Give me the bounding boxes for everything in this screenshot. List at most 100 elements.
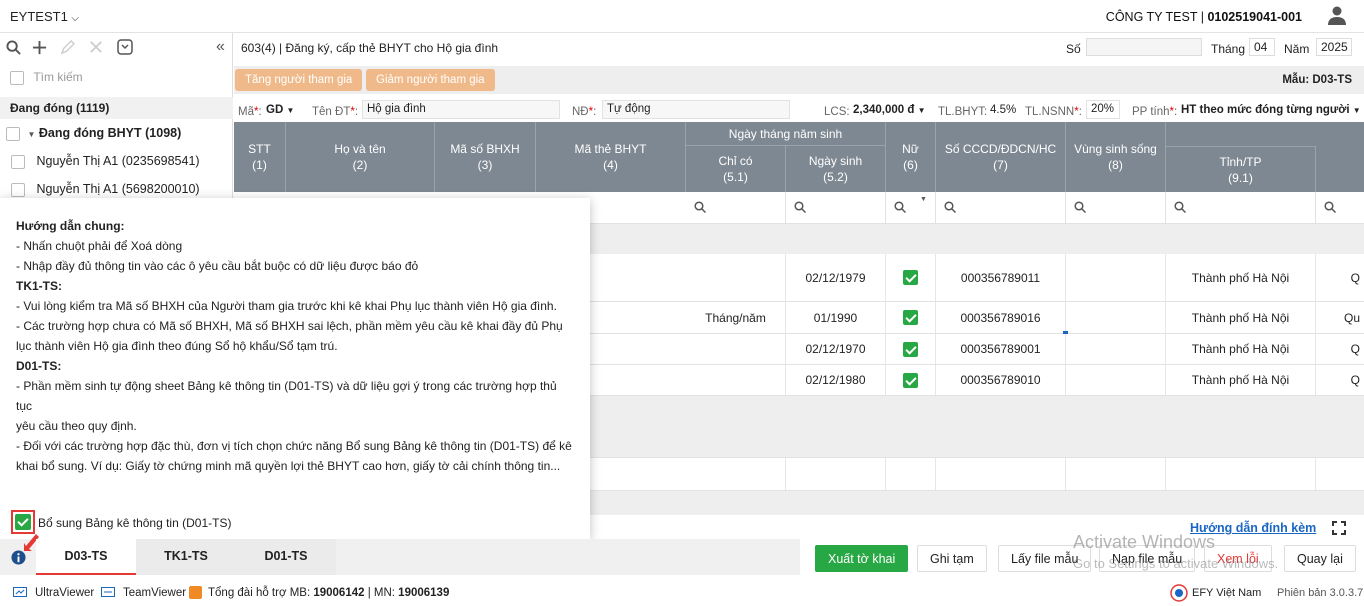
group-label: Đang đóng (1119) (0, 97, 233, 119)
cell-female[interactable] (886, 334, 936, 364)
hotline-separator: | MN: (364, 587, 399, 599)
close-icon[interactable] (89, 40, 103, 54)
filter-cccd[interactable] (936, 192, 1066, 224)
filter-chi-co[interactable] (686, 192, 786, 224)
filter-more[interactable] (1316, 192, 1364, 224)
select-all-checkbox[interactable] (10, 70, 24, 85)
add-icon[interactable] (32, 40, 47, 55)
add-participant-button[interactable]: Tăng người tham gia (235, 69, 363, 91)
caret-down-icon[interactable]: ▼ (27, 130, 35, 139)
sidebar-search-input[interactable]: Tìm kiếm (33, 70, 82, 84)
cell-chi-co[interactable] (686, 334, 786, 364)
tree-checkbox[interactable] (11, 182, 25, 197)
checkbox-checked-icon[interactable] (15, 514, 31, 530)
cell-dob[interactable]: 02/12/1980 (786, 365, 886, 395)
cell-province[interactable] (1166, 458, 1316, 490)
ultraviewer-link[interactable]: UltraViewer (35, 587, 94, 599)
form-title: 603(4) | Đăng ký, cấp thẻ BHYT cho Hộ gi… (241, 41, 498, 55)
cell-cccd[interactable]: 000356789011 (936, 254, 1066, 301)
cell-region[interactable] (1066, 254, 1166, 301)
cell-province[interactable]: Thành phố Hà Nội (1166, 302, 1316, 333)
cell-cccd[interactable]: 000356789010 (936, 365, 1066, 395)
back-button[interactable]: Quay lại (1284, 545, 1356, 572)
form-title-text: | Đăng ký, cấp thẻ BHYT cho Hộ gia đình (275, 41, 499, 55)
chevron-down-icon: ⌵ (71, 13, 80, 24)
cell-dob[interactable] (786, 458, 886, 490)
cell-region[interactable] (1066, 458, 1166, 490)
col-title: Nữ (902, 142, 919, 156)
popup-heading: Hướng dẫn chung: (16, 219, 125, 233)
hotline-prefix: Tổng đài hỗ trợ MB: (208, 587, 314, 599)
save-draft-button[interactable]: Ghi tạm (917, 545, 987, 572)
cell-dob[interactable]: 01/1990 (786, 302, 886, 333)
cell-district[interactable]: Q (1316, 254, 1364, 301)
cell-female[interactable] (886, 254, 936, 301)
filter-region[interactable] (1066, 192, 1166, 224)
collapse-sidebar-icon[interactable]: « (216, 38, 225, 56)
pp-select[interactable]: HT theo mức đóng từng người ▼ (1181, 104, 1361, 116)
cell-region[interactable] (1066, 302, 1166, 333)
filter-province[interactable] (1166, 192, 1316, 224)
account-switcher[interactable]: EYTEST1 ⌵ (10, 9, 79, 24)
nd-input[interactable]: Tự động (602, 100, 790, 119)
filter-dob[interactable] (786, 192, 886, 224)
checkbox-checked-icon[interactable] (903, 310, 918, 325)
checkbox-checked-icon[interactable] (903, 270, 918, 285)
col-sub: (7) (993, 158, 1008, 172)
cell-dob[interactable]: 02/12/1979 (786, 254, 886, 301)
tree-item-person[interactable]: Nguyễn Thị A1 (0235698541) (0, 147, 233, 175)
cell-province[interactable]: Thành phố Hà Nội (1166, 254, 1316, 301)
cell-district[interactable]: Q (1316, 334, 1364, 364)
filter-female[interactable]: ▼ (886, 192, 936, 224)
cell-province[interactable]: Thành phố Hà Nội (1166, 365, 1316, 395)
supplement-checkbox-highlight[interactable] (11, 510, 35, 534)
info-icon[interactable] (11, 550, 26, 565)
tree-checkbox[interactable] (11, 154, 25, 169)
fullscreen-icon[interactable] (1332, 521, 1346, 535)
lcs-select[interactable]: 2,340,000 đ ▼ (853, 104, 926, 116)
cell-female[interactable] (886, 458, 936, 490)
cell-chi-co[interactable]: Tháng/năm (686, 302, 786, 333)
ma-label: Mã (238, 106, 254, 118)
cell-province[interactable]: Thành phố Hà Nội (1166, 334, 1316, 364)
cell-cccd[interactable]: 000356789016 (936, 302, 1066, 333)
so-input[interactable] (1086, 38, 1202, 56)
cell-district[interactable]: Qu (1316, 302, 1364, 333)
cell-chi-co[interactable] (686, 365, 786, 395)
popup-line: - Các trường hợp chưa có Mã số BHXH, Mã … (16, 319, 563, 333)
checkbox-checked-icon[interactable] (903, 372, 918, 388)
supplement-checkbox-label[interactable]: Bổ sung Bảng kê thông tin (D01-TS) (38, 516, 231, 530)
tlnsnn-input[interactable]: 20% (1086, 100, 1120, 119)
user-icon[interactable] (1327, 5, 1347, 25)
cell-female[interactable] (886, 302, 936, 333)
edit-icon[interactable] (60, 40, 75, 55)
tendt-input[interactable]: Hộ gia đình (362, 100, 560, 119)
col-sub: (2) (352, 158, 368, 172)
phone-icon (189, 586, 202, 599)
cell-female[interactable] (886, 365, 936, 395)
popup-subheading: TK1-TS: (16, 279, 62, 293)
tree-checkbox[interactable] (6, 126, 20, 141)
tab-d01-ts[interactable]: D01-TS (236, 539, 336, 575)
caret-down-icon: ▼ (1352, 106, 1361, 115)
ma-select[interactable]: GD ▼ (266, 104, 294, 116)
collapse-box-icon[interactable] (117, 39, 133, 55)
cell-chi-co[interactable] (686, 254, 786, 301)
cell-district[interactable]: Q (1316, 365, 1364, 395)
export-button[interactable]: Xuất tờ khai (815, 545, 909, 572)
checkbox-checked-icon[interactable] (903, 341, 918, 357)
cell-region[interactable] (1066, 334, 1166, 364)
tab-tk1-ts[interactable]: TK1-TS (136, 539, 236, 575)
search-icon[interactable] (6, 40, 21, 55)
cell-region[interactable] (1066, 365, 1166, 395)
cell-chi-co[interactable] (686, 458, 786, 490)
tree-item-group[interactable]: ▼ Đang đóng BHYT (1098) (0, 119, 233, 147)
nam-input[interactable]: 2025 (1316, 38, 1352, 56)
tab-d03-ts[interactable]: D03-TS (36, 539, 136, 575)
teamviewer-link[interactable]: TeamViewer (123, 587, 186, 599)
cell-cccd[interactable]: 000356789001 (936, 334, 1066, 364)
remove-participant-button[interactable]: Giảm người tham gia (366, 69, 495, 91)
cell-cccd[interactable] (936, 458, 1066, 490)
thang-input[interactable]: 04 (1249, 38, 1275, 56)
cell-dob[interactable]: 02/12/1970 (786, 334, 886, 364)
